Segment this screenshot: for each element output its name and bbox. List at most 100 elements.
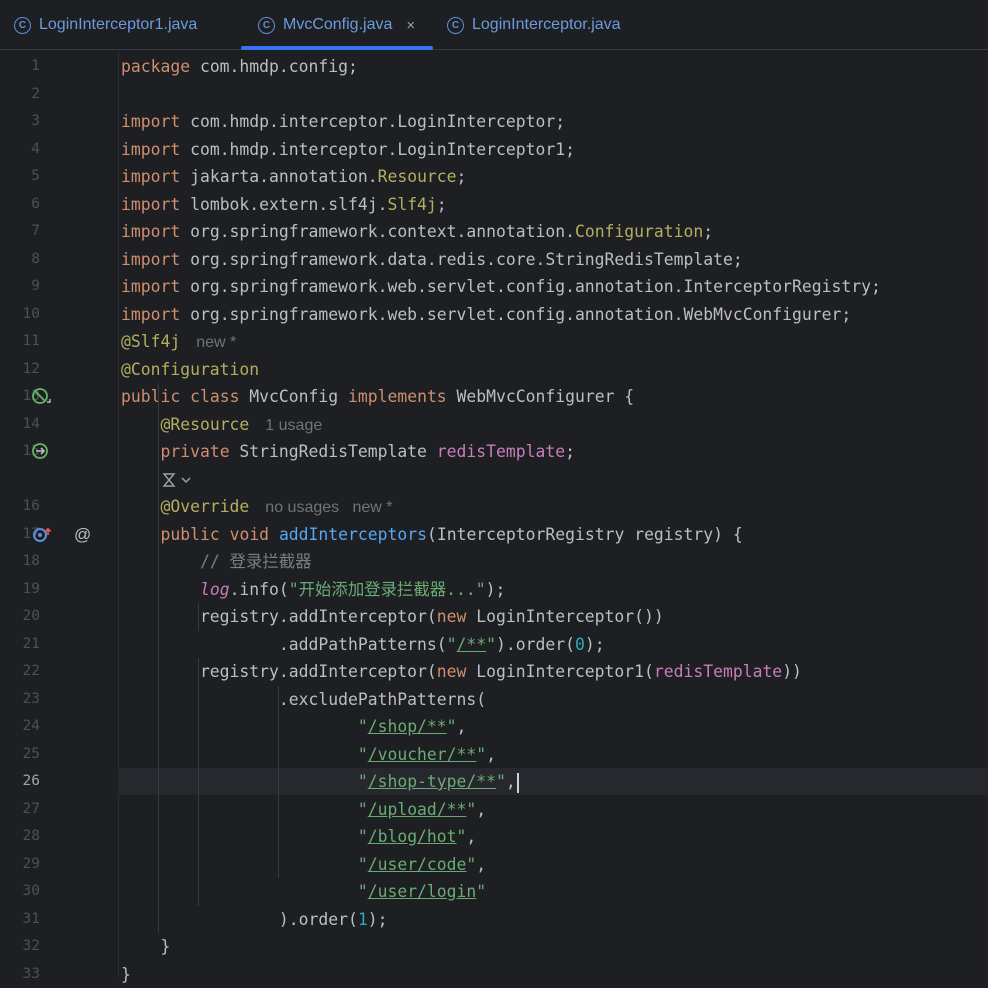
code-token: private [160, 442, 229, 461]
code-line[interactable]: 10import org.springframework.web.servlet… [0, 301, 988, 329]
code-line[interactable]: 6import lombok.extern.slf4j.Slf4j; [0, 191, 988, 219]
inlay-hint[interactable]: new * [196, 334, 236, 351]
code-text[interactable]: @Overrideno usages new * [121, 493, 393, 522]
code-text[interactable]: registry.addInterceptor(new LoginInterce… [121, 603, 664, 631]
autowired-icon[interactable]: @ [74, 521, 91, 548]
code-line[interactable]: 18 // 登录拦截器 [0, 548, 988, 576]
code-text[interactable]: import org.springframework.data.redis.co… [121, 246, 743, 274]
code-line[interactable]: 7import org.springframework.context.anno… [0, 218, 988, 246]
code-text[interactable]: } [121, 933, 170, 961]
code-line[interactable]: 16 @Overrideno usages new * [0, 493, 988, 521]
indent-guide [158, 383, 159, 933]
code-text[interactable]: "/blog/hot", [121, 823, 476, 851]
code-text[interactable]: import jakarta.annotation.Resource; [121, 163, 466, 191]
code-text[interactable]: import lombok.extern.slf4j.Slf4j; [121, 191, 447, 219]
code-token [121, 800, 358, 819]
code-line[interactable]: 32 } [0, 933, 988, 961]
code-line[interactable]: 22 registry.addInterceptor(new LoginInte… [0, 658, 988, 686]
code-token: } [121, 965, 131, 984]
code-text[interactable]: .excludePathPatterns( [121, 686, 486, 714]
code-token: import [121, 195, 180, 214]
code-line[interactable]: 14 @Resource1 usage [0, 411, 988, 439]
code-text[interactable]: private StringRedisTemplate redisTemplat… [121, 438, 575, 466]
code-line[interactable]: 15 private StringRedisTemplate redisTemp… [0, 438, 988, 466]
code-line[interactable]: 24 "/shop/**", [0, 713, 988, 741]
code-line[interactable]: 4import com.hmdp.interceptor.LoginInterc… [0, 136, 988, 164]
code-line[interactable]: 17@ public void addInterceptors(Intercep… [0, 521, 988, 549]
tab-mvcconfig[interactable]: C MvcConfig.java × [241, 0, 433, 50]
code-text[interactable]: log.info("开始添加登录拦截器..."); [121, 576, 505, 604]
code-text[interactable]: "/shop-type/**", [121, 768, 519, 796]
code-line[interactable]: 25 "/voucher/**", [0, 741, 988, 769]
code-text[interactable]: import org.springframework.context.annot… [121, 218, 713, 246]
ai-assistant-icon[interactable] [160, 470, 194, 489]
code-token: com.hmdp.config; [190, 57, 358, 76]
code-text[interactable]: "/upload/**", [121, 796, 486, 824]
code-line[interactable]: 21 .addPathPatterns("/**").order(0); [0, 631, 988, 659]
code-token: import [121, 277, 180, 296]
code-line[interactable]: 31 ).order(1); [0, 906, 988, 934]
code-token: " [457, 827, 467, 846]
code-text[interactable]: "/voucher/**", [121, 741, 496, 769]
bean-icon[interactable] [31, 387, 53, 412]
code-line[interactable]: 13public class MvcConfig implements WebM… [0, 383, 988, 411]
code-text[interactable]: @Configuration [121, 356, 259, 384]
code-token [121, 525, 160, 544]
injection-icon[interactable] [31, 442, 53, 467]
code-line[interactable]: 23 .excludePathPatterns( [0, 686, 988, 714]
code-token: )) [782, 662, 802, 681]
code-line[interactable]: 33} [0, 961, 988, 988]
tab-label: LoginInterceptor1.java [39, 16, 197, 34]
code-text[interactable]: "/user/code", [121, 851, 486, 879]
inlay-hint[interactable]: no usages new * [265, 499, 392, 516]
code-text[interactable]: package com.hmdp.config; [121, 53, 358, 81]
code-line[interactable]: 3import com.hmdp.interceptor.LoginInterc… [0, 108, 988, 136]
code-line[interactable]: 1package com.hmdp.config; [0, 53, 988, 81]
code-text[interactable]: public class MvcConfig implements WebMvc… [121, 383, 634, 411]
code-line[interactable]: 30 "/user/login" [0, 878, 988, 906]
code-text[interactable]: import com.hmdp.interceptor.LoginInterce… [121, 136, 575, 164]
code-line[interactable]: 29 "/user/code", [0, 851, 988, 879]
code-text[interactable]: import org.springframework.web.servlet.c… [121, 301, 851, 329]
code-token: // 登录拦截器 [200, 552, 312, 571]
code-line[interactable]: 12@Configuration [0, 356, 988, 384]
code-text[interactable]: public void addInterceptors(InterceptorR… [121, 521, 743, 549]
close-tab-icon[interactable]: × [406, 17, 415, 34]
code-editor[interactable]: 1package com.hmdp.config;23import com.hm… [0, 51, 988, 978]
code-line[interactable] [0, 466, 988, 494]
code-token: ; [565, 442, 575, 461]
code-line[interactable]: 28 "/blog/hot", [0, 823, 988, 851]
override-icon[interactable] [31, 525, 53, 550]
code-token: " [358, 717, 368, 736]
code-line[interactable]: 26 "/shop-type/**", [0, 768, 988, 796]
code-token: package [121, 57, 190, 76]
indent-guide [198, 658, 199, 906]
code-token [121, 580, 200, 599]
code-line[interactable]: 19 log.info("开始添加登录拦截器..."); [0, 576, 988, 604]
code-text[interactable]: @Slf4jnew * [121, 328, 236, 357]
code-token: MvcConfig [239, 387, 348, 406]
code-line[interactable]: 8import org.springframework.data.redis.c… [0, 246, 988, 274]
code-text[interactable]: import com.hmdp.interceptor.LoginInterce… [121, 108, 565, 136]
class-icon: C [14, 17, 31, 34]
code-line[interactable]: 20 registry.addInterceptor(new LoginInte… [0, 603, 988, 631]
code-text[interactable]: } [121, 961, 131, 988]
code-text[interactable]: import org.springframework.web.servlet.c… [121, 273, 881, 301]
code-token [121, 497, 160, 516]
code-line[interactable]: 5import jakarta.annotation.Resource; [0, 163, 988, 191]
code-text[interactable]: // 登录拦截器 [121, 548, 312, 576]
code-text[interactable]: "/user/login" [121, 878, 486, 906]
code-token: " [447, 635, 457, 654]
code-text[interactable]: @Resource1 usage [121, 411, 322, 440]
code-line[interactable]: 2 [0, 81, 988, 109]
code-line[interactable]: 27 "/upload/**", [0, 796, 988, 824]
inlay-hint[interactable]: 1 usage [265, 417, 322, 434]
code-text[interactable]: .addPathPatterns("/**").order(0); [121, 631, 605, 659]
code-text[interactable]: "/shop/**", [121, 713, 466, 741]
code-text[interactable]: registry.addInterceptor(new LoginInterce… [121, 658, 802, 686]
tab-logininterceptor1[interactable]: C LoginInterceptor1.java [14, 0, 197, 50]
code-line[interactable]: 9import org.springframework.web.servlet.… [0, 273, 988, 301]
tab-logininterceptor[interactable]: C LoginInterceptor.java [447, 0, 621, 50]
code-text[interactable]: ).order(1); [121, 906, 387, 934]
code-line[interactable]: 11@Slf4jnew * [0, 328, 988, 356]
